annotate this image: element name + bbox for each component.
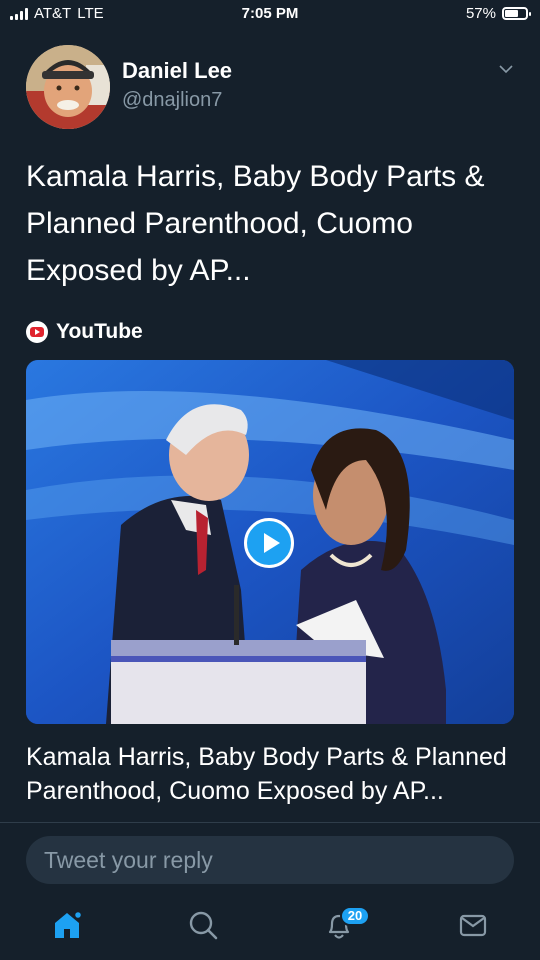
author-name[interactable]: Daniel Lee xyxy=(122,58,232,84)
card-source-label: YouTube xyxy=(56,320,143,343)
reply-input[interactable] xyxy=(26,836,514,884)
video-thumbnail[interactable] xyxy=(26,360,514,724)
card-source: YouTube xyxy=(26,320,143,344)
status-time: 7:05 PM xyxy=(241,5,299,22)
battery-icon xyxy=(502,7,531,20)
status-right: 57% xyxy=(465,5,531,22)
tweet-text: Kamala Harris, Baby Body Parts & Planned… xyxy=(26,160,485,287)
card-title[interactable]: Kamala Harris, Baby Body Parts & Planned… xyxy=(26,740,516,808)
divider xyxy=(0,822,540,823)
avatar[interactable] xyxy=(26,45,110,129)
youtube-icon xyxy=(26,321,48,343)
avatar-image xyxy=(26,45,110,129)
play-icon[interactable] xyxy=(244,518,294,568)
author-handle[interactable]: @dnajlion7 xyxy=(122,89,222,112)
battery-percent: 57% xyxy=(465,5,496,22)
chevron-down-icon[interactable] xyxy=(498,62,514,76)
battery-level xyxy=(505,10,518,17)
tab-bar: 20 xyxy=(0,896,540,960)
search-icon[interactable] xyxy=(186,908,220,942)
status-bar: AT&T LTE 7:05 PM 57% xyxy=(0,0,540,28)
notifications-badge: 20 xyxy=(340,906,370,926)
mail-icon[interactable] xyxy=(456,908,490,942)
home-icon[interactable] xyxy=(50,908,84,942)
